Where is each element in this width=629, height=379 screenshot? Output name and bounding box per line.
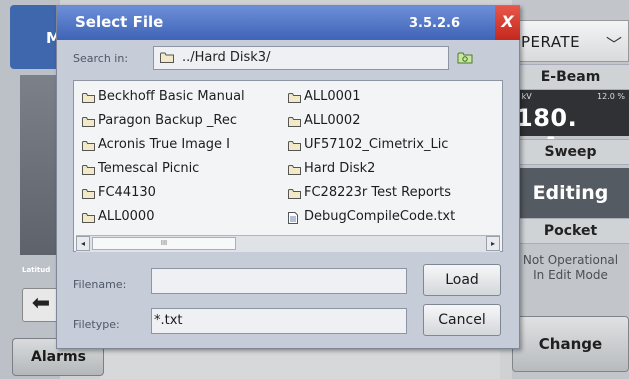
item-name: ALL0000 xyxy=(98,209,155,224)
item-name: Temescal Picnic xyxy=(98,161,200,176)
pocket-header: Pocket xyxy=(512,218,629,244)
scroll-right-button[interactable]: ▸ xyxy=(486,236,500,251)
folder-icon xyxy=(288,164,301,179)
arrow-left-icon: ⬅ xyxy=(31,291,51,316)
latitude-label: Latitud xyxy=(22,266,51,274)
ebeam-header: E-Beam xyxy=(512,64,629,90)
folder-icon xyxy=(160,52,174,63)
go-up-folder-icon[interactable] xyxy=(457,50,473,66)
dialog-title: Select File xyxy=(75,13,164,31)
item-name: FC44130 xyxy=(98,185,156,200)
horizontal-scrollbar[interactable]: ◂ III ▸ xyxy=(76,235,500,252)
right-panel: PERATE ﹀ E-Beam 0 kV 12.0 % 180. mA Swee… xyxy=(512,0,629,379)
cancel-button[interactable]: Cancel xyxy=(423,304,501,336)
folder-icon xyxy=(288,92,301,107)
editing-status: Editing xyxy=(512,168,629,218)
filename-input[interactable] xyxy=(151,268,407,294)
item-name: ALL0001 xyxy=(304,89,361,104)
percent-readout: 12.0 % xyxy=(597,92,625,101)
status-line-2: In Edit Mode xyxy=(533,268,608,282)
mode-label: PERATE xyxy=(521,33,581,51)
change-button[interactable]: Change xyxy=(512,316,629,372)
close-button[interactable]: X xyxy=(495,6,520,40)
item-name: FC28223r Test Reports xyxy=(304,185,451,200)
folder-icon xyxy=(82,164,95,179)
filetype-input[interactable]: *.txt xyxy=(151,308,407,334)
folder-icon xyxy=(82,92,95,107)
item-name: Beckhoff Basic Manual xyxy=(98,89,245,104)
folder-icon xyxy=(82,212,95,227)
mode-selector[interactable]: PERATE ﹀ xyxy=(512,20,629,62)
item-name: UF57102_Cimetrix_Lic xyxy=(304,137,449,152)
load-button[interactable]: Load xyxy=(423,264,501,296)
filename-label: Filename: xyxy=(73,278,127,291)
main-tab[interactable]: M xyxy=(10,5,61,69)
scroll-thumb[interactable]: III xyxy=(92,237,236,250)
version-label: 3.5.2.6 xyxy=(409,16,460,31)
path-text: ../Hard Disk3/ xyxy=(182,50,271,65)
select-file-dialog: Select File 3.5.2.6 X Search in: ../Hard… xyxy=(56,5,520,349)
filetype-value: *.txt xyxy=(154,313,183,328)
sweep-header: Sweep xyxy=(512,139,629,165)
alarms-label: Alarms xyxy=(31,349,86,365)
ebeam-readout: 0 kV 12.0 % 180. mA xyxy=(512,90,629,160)
folder-icon xyxy=(82,188,95,203)
status-line-1: Not Operational xyxy=(522,253,619,267)
search-in-label: Search in: xyxy=(73,52,129,65)
folder-icon xyxy=(82,116,95,131)
item-name: Acronis True Image I xyxy=(98,137,231,152)
folder-icon xyxy=(288,140,301,155)
filetype-label: Filetype: xyxy=(73,318,120,331)
scroll-left-button[interactable]: ◂ xyxy=(76,236,90,251)
folder-icon xyxy=(82,140,95,155)
close-icon: X xyxy=(501,12,514,31)
process-view xyxy=(20,75,58,255)
file-icon xyxy=(288,212,298,228)
chevron-down-icon: ﹀ xyxy=(605,35,622,54)
folder-icon xyxy=(288,188,301,203)
item-name: Paragon Backup _Rec xyxy=(98,113,237,128)
bottom-bar xyxy=(100,350,500,379)
item-name: ALL0002 xyxy=(304,113,361,128)
item-name: DebugCompileCode.txt xyxy=(304,209,456,224)
dialog-title-bar[interactable]: Select File 3.5.2.6 xyxy=(57,6,519,40)
back-arrow-button[interactable]: ⬅ xyxy=(22,288,60,322)
path-field[interactable]: ../Hard Disk3/ xyxy=(153,46,449,70)
item-name: Hard Disk2 xyxy=(304,161,376,176)
folder-icon xyxy=(288,116,301,131)
file-list[interactable]: Beckhoff Basic Manual Paragon Backup _Rec… xyxy=(73,80,503,252)
pocket-status: Not Operational In Edit Mode xyxy=(512,245,629,295)
